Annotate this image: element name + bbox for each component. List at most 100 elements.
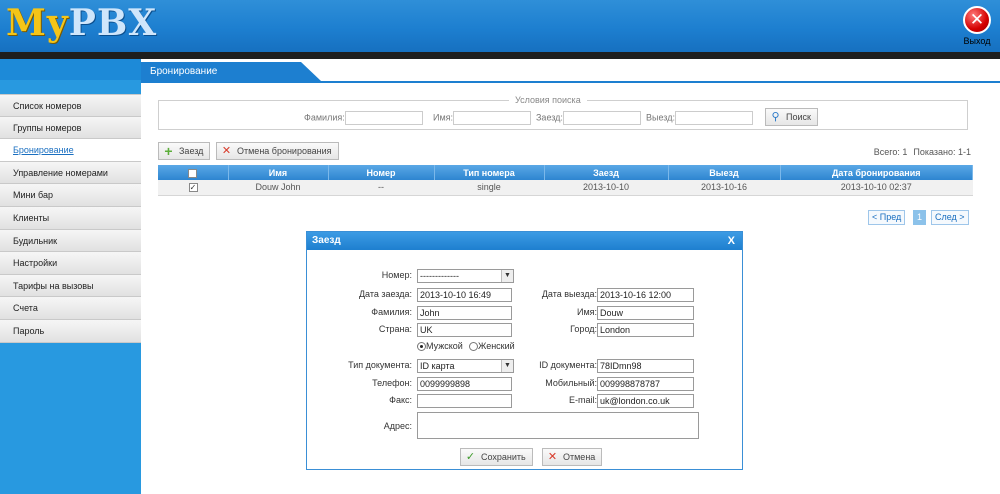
shown-range: Показано: 1-1	[913, 147, 971, 157]
plus-icon: +	[164, 143, 173, 160]
col-name: Имя	[228, 165, 329, 180]
search-checkout-group: Выезд:	[646, 111, 753, 125]
cancel-button[interactable]: ✕ Отмена	[542, 448, 603, 466]
doctype-select-value: ID карта	[420, 361, 455, 371]
mobile-label: Мобильный:	[545, 378, 597, 388]
fax-label: Факс:	[389, 395, 412, 405]
checkin-dialog: Заезд X Номер: ------------- ▼ Дата заезд…	[306, 231, 743, 470]
search-checkin-group: Заезд:	[536, 111, 641, 125]
gender-male-label: Мужской	[426, 341, 463, 351]
col-checkin: Заезд	[544, 165, 669, 180]
chevron-down-icon: ▼	[501, 360, 513, 372]
close-icon[interactable]: ✕	[963, 6, 991, 34]
checkin-button-label: Заезд	[179, 146, 204, 156]
search-checkin-input[interactable]	[562, 111, 641, 125]
gender-female-label: Женский	[478, 341, 515, 351]
search-checkin-label: Заезд:	[536, 112, 563, 123]
select-all-checkbox[interactable]	[188, 168, 198, 178]
cell-booking-date: 2013-10-10 02:37	[780, 180, 973, 196]
address-textarea[interactable]	[417, 412, 699, 439]
search-button[interactable]: ⚲ Поиск	[765, 108, 818, 126]
bookings-table: Имя Номер Тип номера Заезд Выезд Дата бр…	[158, 165, 973, 196]
check-icon: ✓	[465, 451, 476, 464]
col-booking-date: Дата бронирования	[780, 165, 973, 180]
sidebar: Список номеров Группы номеров Бронирован…	[0, 59, 141, 494]
gender-female-radio[interactable]: Женский	[469, 341, 515, 352]
fax-field[interactable]	[417, 394, 512, 408]
cell-name: Douw John	[228, 180, 328, 196]
cell-room-type: single	[434, 180, 544, 196]
sidebar-item-settings[interactable]: Настройки	[0, 252, 141, 275]
city-field[interactable]: London	[597, 323, 694, 337]
search-firstname-label: Имя:	[433, 112, 454, 123]
search-panel: Условия поиска Фамилия: Имя: Заезд: Выез…	[158, 95, 968, 130]
row-checkbox[interactable]: ✓	[188, 183, 198, 193]
search-firstname-group: Имя:	[433, 111, 532, 125]
sidebar-item-rooms-list[interactable]: Список номеров	[0, 94, 141, 117]
sidebar-menu: Список номеров Группы номеров Бронирован…	[0, 94, 141, 343]
table-row[interactable]: ✓ Douw John -- single 2013-10-10 2013-10…	[158, 180, 973, 196]
sidebar-item-minibar[interactable]: Мини бар	[0, 184, 141, 207]
exit-label: Выход	[963, 36, 991, 46]
search-checkout-label: Выезд:	[646, 112, 675, 123]
checkout-date-label: Дата выезда:	[541, 289, 597, 299]
checkin-date-label: Дата заезда:	[358, 289, 412, 299]
room-select-value: -------------	[420, 271, 459, 281]
sidebar-item-call-rates[interactable]: Тарифы на вызовы	[0, 274, 141, 298]
search-lastname-input[interactable]	[344, 111, 423, 125]
exit-button[interactable]: ✕ Выход	[960, 6, 994, 46]
sidebar-item-bills[interactable]: Счета	[0, 297, 141, 320]
sidebar-item-clients[interactable]: Клиенты	[0, 206, 141, 230]
gender-male-radio[interactable]: Мужской	[417, 341, 463, 352]
select-all-header	[158, 165, 229, 180]
cross-icon: ✕	[221, 145, 232, 158]
search-button-label: Поиск	[786, 112, 811, 122]
table-header-row: Имя Номер Тип номера Заезд Выезд Дата бр…	[158, 165, 973, 180]
room-select[interactable]: ------------- ▼	[417, 269, 514, 283]
sidebar-item-alarm[interactable]: Будильник	[0, 229, 141, 253]
phone-field[interactable]: 0099999898	[417, 377, 512, 391]
lastname-label: Фамилия:	[371, 307, 412, 317]
docid-field[interactable]: 78IDmn98	[597, 359, 694, 373]
docid-label: ID документа:	[539, 360, 597, 370]
search-lastname-group: Фамилия:	[304, 111, 423, 125]
save-button[interactable]: ✓ Сохранить	[460, 448, 533, 466]
pager-prev[interactable]: < Пред	[868, 210, 906, 225]
pager-next[interactable]: След >	[931, 210, 969, 225]
checkin-button[interactable]: + Заезд	[158, 142, 211, 160]
logo-my: My	[6, 2, 69, 44]
dialog-close-button[interactable]: X	[728, 232, 735, 250]
sidebar-item-password[interactable]: Пароль	[0, 319, 141, 343]
header-divider	[0, 52, 1000, 59]
radio-unchecked-icon	[469, 342, 478, 352]
email-field[interactable]: uk@london.co.uk	[597, 394, 694, 408]
firstname-field[interactable]: Douw	[597, 306, 694, 320]
lastname-field[interactable]: John	[417, 306, 512, 320]
country-field[interactable]: UK	[417, 323, 512, 337]
col-room-type: Тип номера	[434, 165, 545, 180]
logo-pbx: PBX	[68, 2, 158, 44]
radio-checked-icon	[417, 342, 426, 352]
cancel-booking-button[interactable]: ✕ Отмена бронирования	[216, 142, 339, 160]
chevron-down-icon: ▼	[501, 270, 513, 282]
pager-current[interactable]: 1	[913, 210, 927, 225]
cross-icon: ✕	[547, 451, 558, 464]
mobile-field[interactable]: 009998878787	[597, 377, 694, 391]
firstname-label: Имя:	[576, 307, 597, 317]
cancel-booking-label: Отмена бронирования	[237, 146, 332, 156]
sidebar-item-room-groups[interactable]: Группы номеров	[0, 116, 141, 140]
title-underline	[141, 81, 1000, 83]
checkin-date-field[interactable]: 2013-10-10 16:49	[417, 288, 512, 302]
search-checkout-input[interactable]	[674, 111, 753, 125]
checkout-date-field[interactable]: 2013-10-16 12:00	[597, 288, 694, 302]
search-firstname-input[interactable]	[453, 111, 532, 125]
sidebar-item-room-management[interactable]: Управление номерами	[0, 161, 141, 185]
phone-label: Телефон:	[372, 378, 412, 388]
cell-room: --	[328, 180, 434, 196]
dialog-title: Заезд	[312, 235, 341, 246]
doctype-select[interactable]: ID карта ▼	[417, 359, 514, 373]
address-label: Адрес:	[383, 421, 412, 431]
sidebar-item-booking[interactable]: Бронирование	[0, 139, 141, 162]
top-header: MyPBX ✕ Выход	[0, 0, 1000, 52]
col-checkout: Выезд	[668, 165, 781, 180]
